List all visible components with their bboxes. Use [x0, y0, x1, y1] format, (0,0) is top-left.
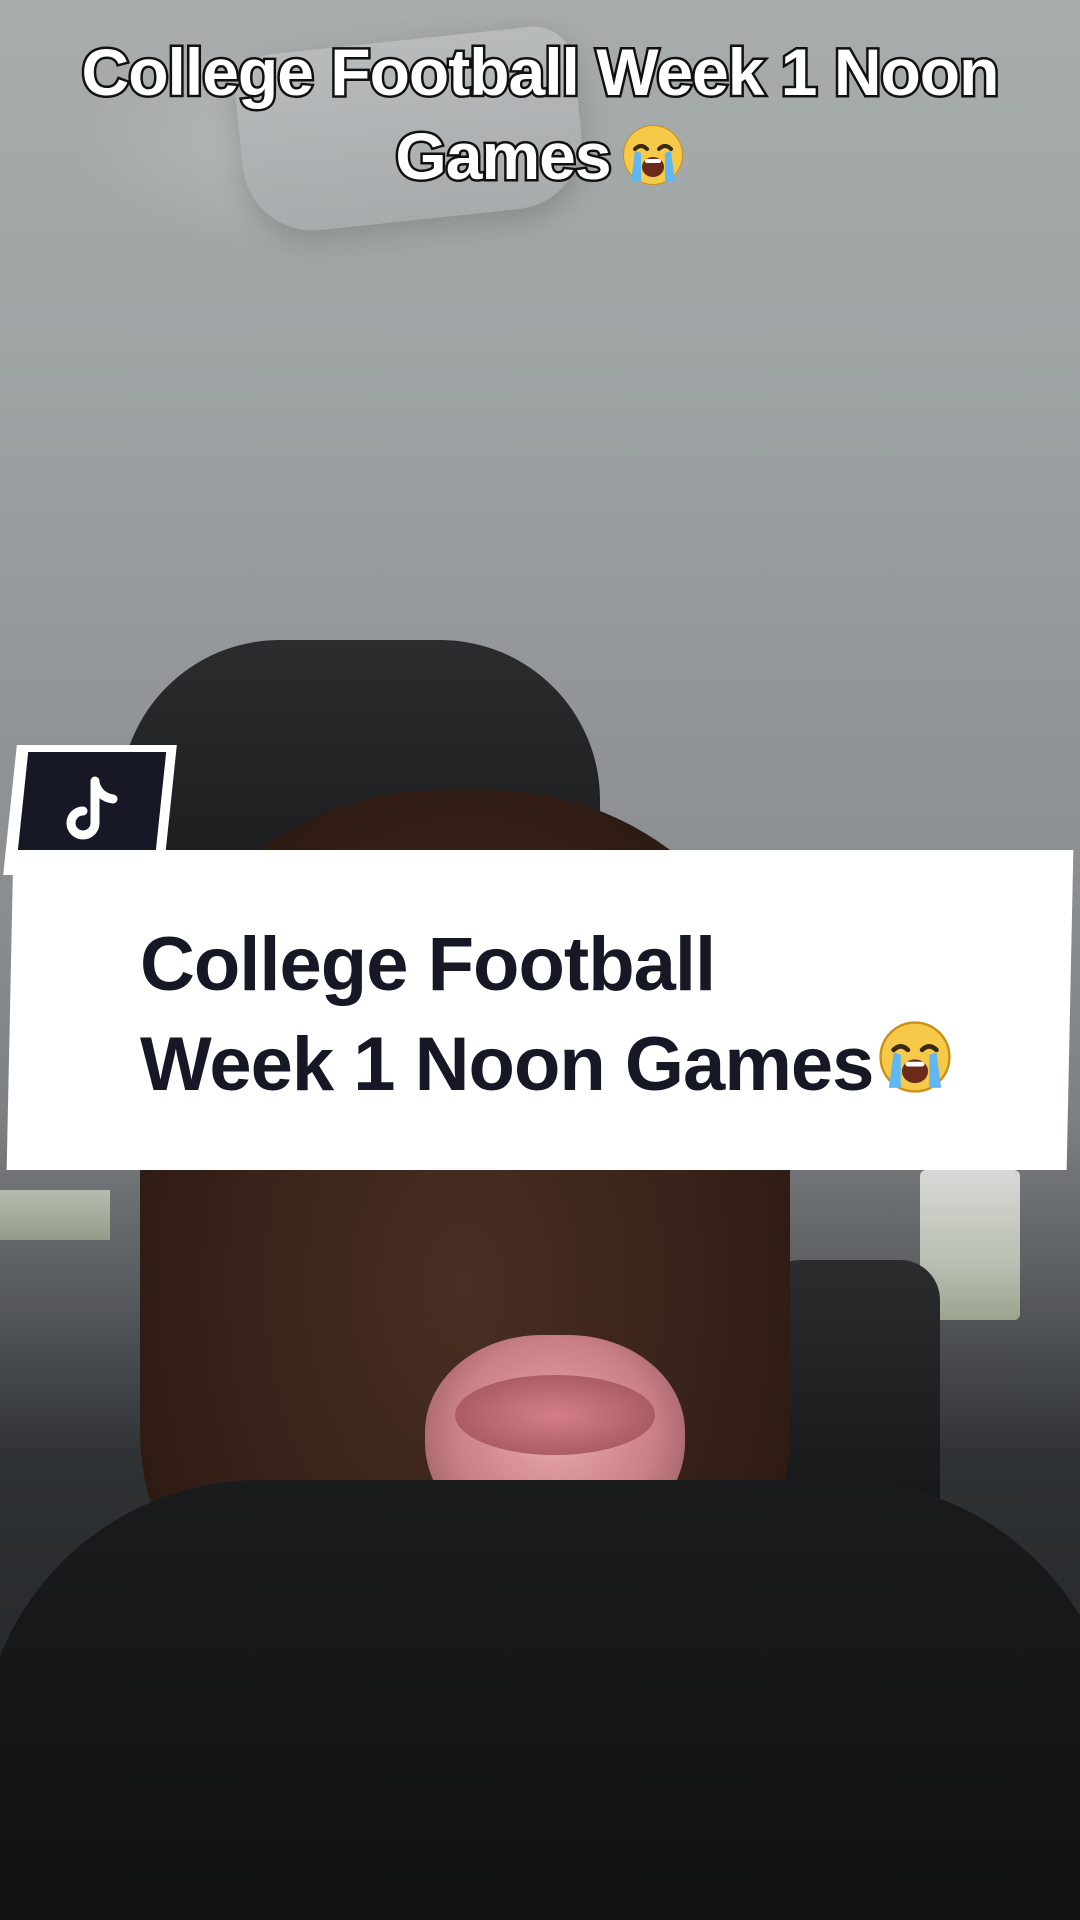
caption-line-1: College Football Week 1 Noon: [79, 33, 1002, 112]
video-frame[interactable]: College Football Week 1 Noon Games Colle…: [0, 0, 1080, 1920]
loudly-crying-face-emoji-icon: [621, 122, 685, 206]
title-line-2-text: Week 1 Noon Games: [140, 1022, 874, 1107]
car-window-left: [0, 1190, 110, 1240]
person-shirt: [0, 1480, 1080, 1920]
title-card-text: College Football Week 1 Noon Games: [140, 915, 1040, 1120]
title-line-2: Week 1 Noon Games: [140, 1015, 1040, 1120]
title-line-1: College Football: [140, 922, 716, 1007]
caption-line-2: Games: [40, 114, 1040, 206]
loudly-crying-face-emoji-icon: [877, 1019, 953, 1120]
video-caption: College Football Week 1 Noon Games: [40, 30, 1040, 206]
person-mouth-inner: [455, 1375, 655, 1455]
tiktok-logo-icon: [66, 776, 118, 840]
caption-line-2-text: Games: [393, 117, 614, 196]
